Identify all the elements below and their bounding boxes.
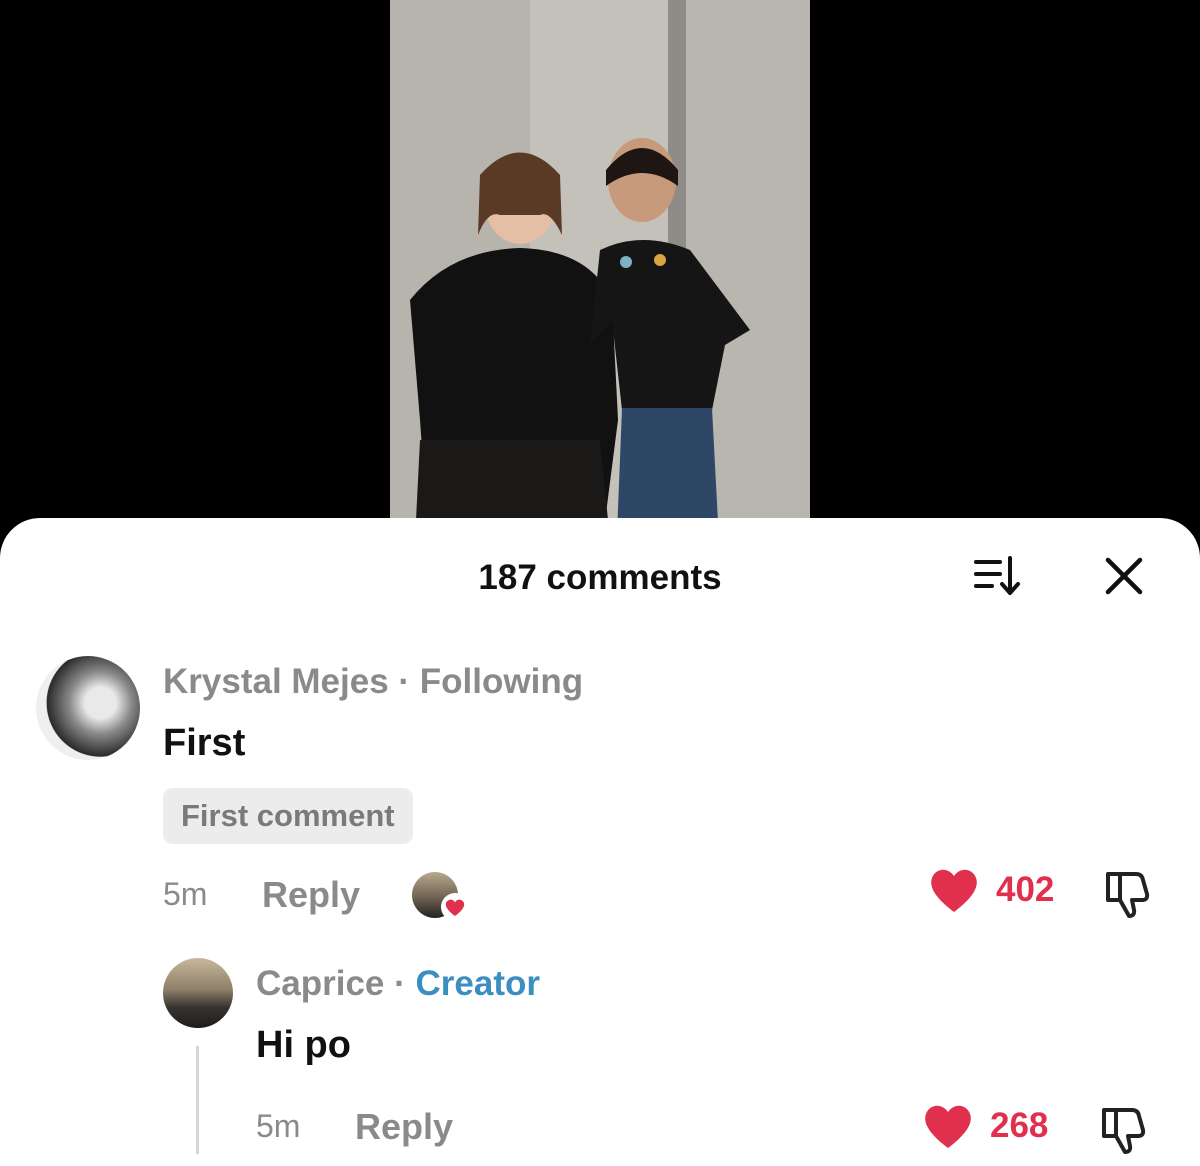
video-image <box>390 0 810 560</box>
close-button[interactable] <box>1094 546 1154 606</box>
avatar[interactable] <box>36 656 140 760</box>
comment-text: Hi po <box>256 1024 351 1066</box>
comment-time: 5m <box>256 1108 301 1144</box>
heart-icon <box>925 1105 971 1148</box>
dislike-icon[interactable] <box>1096 1102 1152 1158</box>
comments-header: 187 comments <box>0 518 1200 638</box>
comment-author[interactable]: Krystal Mejes <box>163 662 389 701</box>
relationship-tag: Following <box>419 662 584 701</box>
comment-time: 5m <box>163 876 208 912</box>
heart-icon <box>441 893 469 921</box>
comment-text: First <box>163 722 246 764</box>
like-button[interactable]: 268 <box>922 1102 1048 1150</box>
name-separator: · <box>398 662 420 701</box>
avatar[interactable] <box>163 958 233 1028</box>
like-count: 402 <box>996 870 1055 909</box>
comment-author-line: Caprice · Creator <box>256 964 540 1004</box>
creator-tag: Creator <box>415 964 541 1003</box>
like-button[interactable]: 402 <box>928 866 1054 914</box>
name-separator: · <box>394 964 416 1003</box>
dislike-icon[interactable] <box>1100 866 1156 922</box>
thread-line <box>196 1046 199 1154</box>
sort-icon <box>974 556 1020 595</box>
reply-button[interactable]: Reply <box>262 874 360 916</box>
comment-author[interactable]: Caprice <box>256 964 384 1003</box>
comment-author-line: Krystal Mejes · Following <box>163 662 583 702</box>
comments-sheet: 187 comments Krystal Mejes · Following F… <box>0 518 1200 1166</box>
heart-icon <box>931 869 977 912</box>
close-icon <box>1105 557 1143 595</box>
sort-button[interactable] <box>966 546 1026 606</box>
first-comment-badge: First comment <box>163 788 413 844</box>
creator-liked-indicator <box>412 872 470 922</box>
video-player[interactable] <box>0 0 1200 560</box>
reply-button[interactable]: Reply <box>355 1106 453 1148</box>
video-frame <box>390 0 810 560</box>
like-count: 268 <box>990 1106 1049 1145</box>
